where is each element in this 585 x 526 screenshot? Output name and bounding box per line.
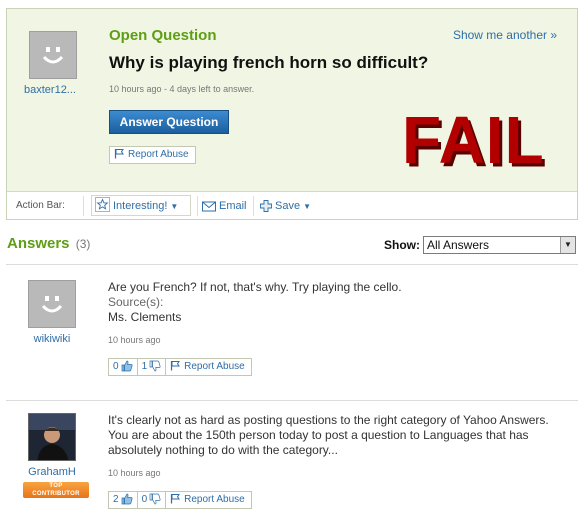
envelope-icon: [202, 201, 216, 212]
answers-heading: Answers (3): [7, 235, 90, 252]
question-panel: baxter12... Open Question Show me anothe…: [6, 8, 578, 220]
answerer-photo-avatar[interactable]: [28, 413, 76, 461]
answer-vote-row: 0 1 Report Abuse: [108, 358, 252, 376]
divider: [6, 400, 578, 401]
asker-avatar[interactable]: [29, 31, 77, 79]
badge-line-2: CONTRIBUTOR: [32, 491, 80, 497]
answers-count: (3): [75, 237, 91, 251]
action-bar: Action Bar: Interesting! ▼ Email Save ▼: [7, 191, 577, 219]
star-icon: [95, 197, 110, 212]
thumbs-down-count: 1: [141, 361, 148, 372]
flag-icon: [171, 494, 181, 504]
action-bar-label: Action Bar:: [16, 200, 65, 211]
interesting-button[interactable]: Interesting! ▼: [95, 196, 178, 216]
fail-overlay-text: FAIL: [402, 102, 545, 178]
thumbs-up-icon: [121, 493, 133, 505]
interesting-label: Interesting!: [113, 200, 168, 212]
answer-item: wikiwiki Are you French? If not, that's …: [6, 280, 578, 390]
question-kind-label: Open Question: [109, 27, 217, 44]
thumbs-down-button[interactable]: 0: [136, 491, 167, 509]
thumbs-up-button[interactable]: 2: [108, 491, 138, 509]
default-avatar-icon: [41, 296, 63, 313]
answerer-avatar[interactable]: [28, 280, 76, 328]
answer-question-button[interactable]: Answer Question: [109, 110, 229, 134]
answer-time: 10 hours ago: [108, 335, 161, 345]
answer-text: It's clearly not as hard as posting ques…: [108, 413, 558, 458]
answers-title: Answers: [7, 235, 70, 252]
answerer-name-link[interactable]: GrahamH: [20, 466, 84, 478]
answer-vote-row: 2 0 Report Abuse: [108, 491, 252, 509]
save-button[interactable]: Save ▼: [260, 196, 311, 216]
thumbs-up-button[interactable]: 0: [108, 358, 138, 376]
flag-icon: [171, 361, 181, 371]
report-abuse-button[interactable]: Report Abuse: [165, 358, 252, 376]
divider: [6, 264, 578, 265]
thumbs-down-count: 0: [141, 494, 148, 505]
plus-icon: [260, 200, 272, 212]
answer-source: Ms. Clements: [108, 310, 182, 324]
thumbs-up-icon: [121, 360, 133, 372]
answer-text: Are you French? If not, that's why. Try …: [108, 280, 558, 325]
dropdown-arrow-icon: ▼: [303, 202, 311, 211]
answer-body: It's clearly not as hard as posting ques…: [108, 413, 549, 457]
report-abuse-label: Report Abuse: [184, 361, 245, 372]
flag-icon: [114, 149, 124, 159]
dropdown-arrow-icon: ▼: [560, 237, 575, 253]
thumbs-up-count: 2: [113, 494, 119, 505]
action-bar-divider: [253, 196, 254, 216]
question-meta: 10 hours ago - 4 days left to answer.: [109, 84, 255, 94]
user-photo-icon: [29, 414, 75, 460]
badge-line-1: TOP: [49, 483, 63, 489]
answerer-name-link[interactable]: wikiwiki: [20, 333, 84, 345]
action-bar-divider: [83, 196, 84, 216]
save-label: Save: [275, 200, 301, 212]
report-abuse-label: Report Abuse: [184, 494, 245, 505]
thumbs-down-icon: [149, 360, 161, 372]
default-avatar-icon: [42, 47, 64, 64]
email-label: Email: [219, 200, 247, 212]
answer-body: Are you French? If not, that's why. Try …: [108, 280, 402, 294]
asker-name-link[interactable]: baxter12...: [24, 84, 76, 96]
email-button[interactable]: Email: [202, 196, 247, 216]
report-abuse-button[interactable]: Report Abuse: [109, 146, 196, 164]
dropdown-arrow-icon: ▼: [170, 202, 179, 211]
report-abuse-button[interactable]: Report Abuse: [165, 491, 252, 509]
show-filter-label: Show:: [384, 238, 420, 252]
show-filter-select[interactable]: All Answers ▼: [423, 236, 576, 254]
action-bar-divider: [197, 196, 198, 216]
thumbs-down-button[interactable]: 1: [136, 358, 167, 376]
top-contributor-badge: TOP CONTRIBUTOR: [23, 482, 89, 498]
thumbs-up-count: 0: [113, 361, 119, 372]
question-title: Why is playing french horn so difficult?: [109, 53, 429, 72]
show-another-link[interactable]: Show me another »: [453, 28, 557, 42]
answer-time: 10 hours ago: [108, 468, 161, 478]
answer-item: GrahamH TOP CONTRIBUTOR It's clearly not…: [6, 413, 578, 523]
report-abuse-label: Report Abuse: [128, 149, 189, 160]
thumbs-down-icon: [149, 493, 161, 505]
show-filter-value: All Answers: [427, 238, 490, 252]
sources-label: Source(s):: [108, 295, 164, 309]
